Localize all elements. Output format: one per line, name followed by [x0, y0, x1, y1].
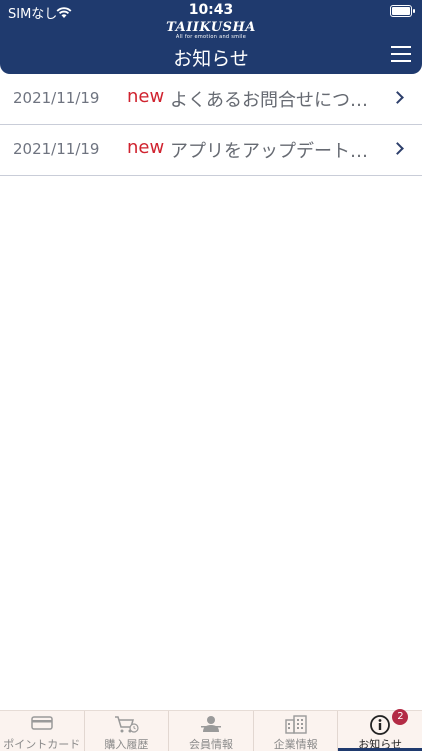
tab-point-card[interactable]: ポイントカード — [0, 711, 85, 751]
hamburger-menu-icon[interactable] — [391, 46, 411, 62]
notification-badge: 2 — [392, 709, 409, 725]
chevron-right-icon — [391, 142, 404, 155]
status-time: 10:43 — [188, 2, 234, 18]
new-badge: new — [127, 86, 165, 107]
news-date: 2021/11/19 — [13, 89, 100, 107]
tab-purchase-history[interactable]: 購入履歴 — [85, 711, 170, 751]
status-bar: SIMなし 10:43 — [0, 0, 422, 22]
new-badge: new — [127, 137, 165, 158]
news-item[interactable]: 2021/11/19 new アプリをアップデート… — [0, 125, 422, 176]
building-icon — [283, 714, 309, 738]
app-header: SIMなし 10:43 TAIIKUSHA All for emotion an… — [0, 0, 422, 74]
point-card-icon — [30, 714, 54, 736]
tab-company-info[interactable]: 企業情報 — [254, 711, 339, 751]
news-list: 2021/11/19 new よくあるお問合せにつ… 2021/11/19 ne… — [0, 74, 422, 176]
bottom-tab-bar: ポイントカード 購入履歴 会員情報 企業情報 2 お知らせ — [0, 709, 422, 751]
news-item[interactable]: 2021/11/19 new よくあるお問合せにつ… — [0, 74, 422, 125]
news-date: 2021/11/19 — [13, 140, 100, 158]
page-title: お知らせ — [173, 48, 249, 70]
tab-news[interactable]: 2 お知らせ — [338, 709, 422, 751]
taiikusha-logo: TAIIKUSHA All for emotion and smile — [0, 20, 422, 40]
logo-text: TAIIKUSHA — [166, 20, 256, 35]
logo-tagline: All for emotion and smile — [175, 34, 247, 40]
news-title: よくあるお問合せにつ… — [170, 90, 368, 111]
cart-clock-icon — [113, 714, 139, 738]
member-icon — [199, 714, 223, 738]
battery-icon — [390, 5, 415, 17]
news-title: アプリをアップデート… — [170, 141, 368, 162]
chevron-right-icon — [391, 91, 404, 104]
tab-member-info[interactable]: 会員情報 — [169, 711, 254, 751]
